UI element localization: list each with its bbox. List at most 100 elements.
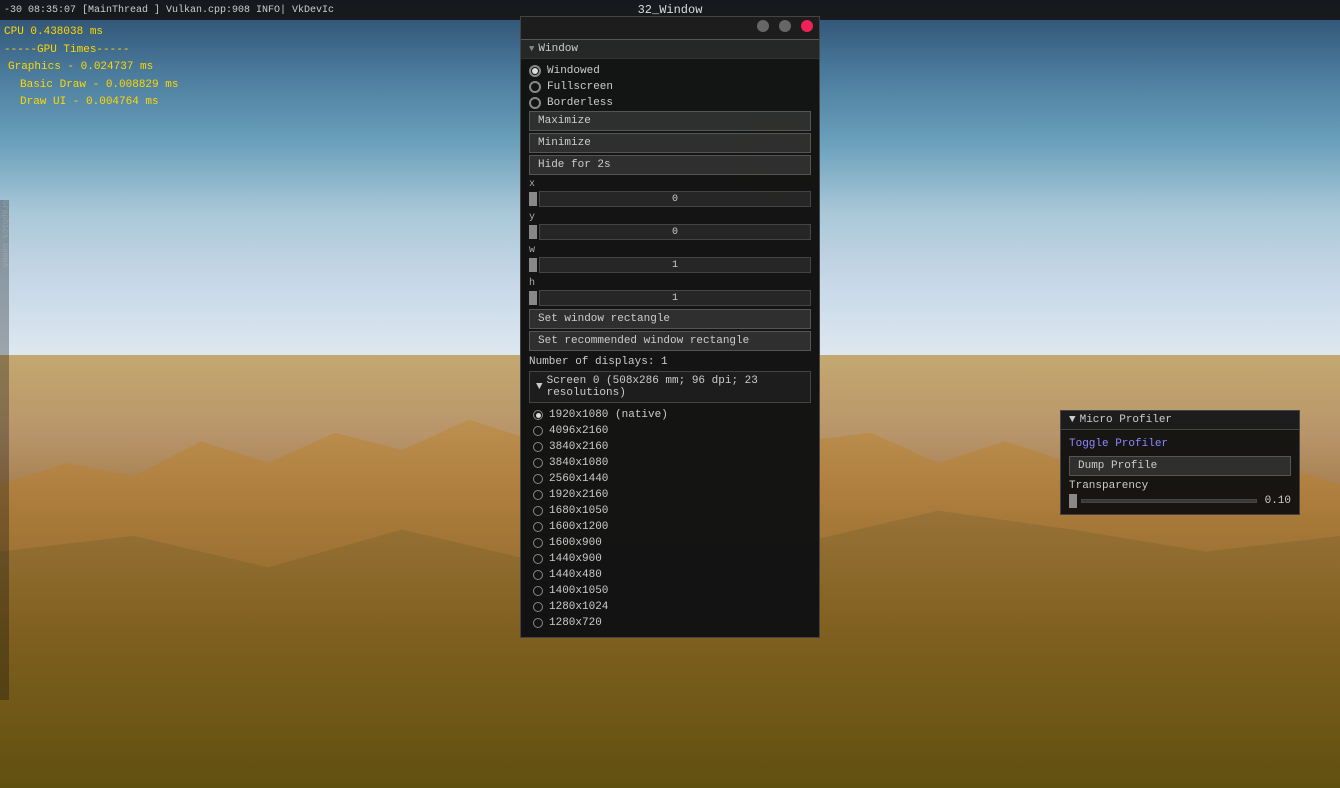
res-label-5: 1920x2160	[549, 489, 608, 501]
h-control: 1	[529, 290, 811, 306]
res-item-9[interactable]: 1440x900	[529, 551, 811, 567]
maximize-button[interactable]: Maximize	[529, 111, 811, 131]
set-recommended-rect-button[interactable]: Set recommended window rectangle	[529, 331, 811, 351]
res-radio-7[interactable]	[533, 522, 543, 532]
res-radio-10[interactable]	[533, 570, 543, 580]
res-item-12[interactable]: 1280x1024	[529, 599, 811, 615]
screen-dropdown-arrow: ▼	[536, 381, 543, 393]
res-item-1[interactable]: 4096x2160	[529, 423, 811, 439]
fullscreen-radio-row[interactable]: Fullscreen	[529, 79, 811, 95]
res-radio-6[interactable]	[533, 506, 543, 516]
minimize-button[interactable]: Minimize	[529, 133, 811, 153]
res-radio-12[interactable]	[533, 602, 543, 612]
y-value[interactable]: 0	[539, 224, 811, 240]
res-item-6[interactable]: 1680x1050	[529, 503, 811, 519]
window-section-header[interactable]: ▼ Window	[521, 40, 819, 59]
micro-profiler-panel: ▼ Micro Profiler Toggle Profiler Dump Pr…	[1060, 410, 1300, 515]
res-label-12: 1280x1024	[549, 601, 608, 613]
window-panel-content: Windowed Fullscreen Borderless Maximize …	[521, 59, 819, 637]
res-label-3: 3840x1080	[549, 457, 608, 469]
x-value[interactable]: 0	[539, 191, 811, 207]
main-window-body: ▼ Window Windowed Fullscreen Borderless …	[521, 40, 819, 637]
res-radio-13[interactable]	[533, 618, 543, 628]
w-label: w	[529, 243, 811, 257]
res-label-2: 3840x2160	[549, 441, 608, 453]
profiler-title: Micro Profiler	[1080, 414, 1172, 426]
debug-overlay: CPU 0.438038 ms -----GPU Times----- Grap…	[0, 20, 220, 116]
res-label-6: 1680x1050	[549, 505, 608, 517]
y-slider-handle[interactable]	[529, 225, 537, 239]
windowed-label: Windowed	[547, 65, 600, 77]
basic-draw-time: Basic Draw - 0.008829 ms	[4, 77, 216, 95]
close-btn[interactable]	[801, 20, 813, 32]
res-radio-9[interactable]	[533, 554, 543, 564]
toggle-profiler-link[interactable]: Toggle Profiler	[1069, 436, 1291, 452]
screen-dropdown[interactable]: ▼ Screen 0 (508x286 mm; 96 dpi; 23 resol…	[529, 371, 811, 403]
res-label-8: 1600x900	[549, 537, 602, 549]
res-item-0[interactable]: 1920x1080 (native)	[529, 407, 811, 423]
res-radio-5[interactable]	[533, 490, 543, 500]
w-value[interactable]: 1	[539, 257, 811, 273]
y-control: 0	[529, 224, 811, 240]
res-radio-1[interactable]	[533, 426, 543, 436]
window-title: 32_Window	[638, 3, 703, 17]
res-item-4[interactable]: 2560x1440	[529, 471, 811, 487]
resolution-list: 1920x1080 (native) 4096x2160 3840x2160 3…	[529, 405, 811, 633]
x-label: x	[529, 177, 811, 191]
window-arrow: ▼	[529, 44, 534, 54]
windowed-radio-row[interactable]: Windowed	[529, 63, 811, 79]
graphics-time: Graphics - 0.024737 ms	[4, 59, 216, 77]
gpu-header: -----GPU Times-----	[4, 42, 216, 60]
h-label: h	[529, 276, 811, 290]
sidebar-text: Graphics GammA	[0, 200, 9, 700]
screen-dropdown-label: Screen 0 (508x286 mm; 96 dpi; 23 resolut…	[547, 375, 804, 399]
x-slider-handle[interactable]	[529, 192, 537, 206]
hide-button[interactable]: Hide for 2s	[529, 155, 811, 175]
res-item-3[interactable]: 3840x1080	[529, 455, 811, 471]
transparency-handle[interactable]	[1069, 494, 1077, 508]
fullscreen-radio[interactable]	[529, 81, 541, 93]
res-label-0: 1920x1080 (native)	[549, 409, 668, 421]
window-controls	[754, 20, 813, 36]
top-bar-text: -30 08:35:07 [MainThread ] Vulkan.cpp:90…	[4, 5, 334, 16]
profiler-body: Toggle Profiler Dump Profile Transparenc…	[1061, 430, 1299, 514]
res-radio-3[interactable]	[533, 458, 543, 468]
maximize-btn[interactable]	[779, 20, 791, 32]
x-control: 0	[529, 191, 811, 207]
res-item-8[interactable]: 1600x900	[529, 535, 811, 551]
res-label-9: 1440x900	[549, 553, 602, 565]
windowed-radio[interactable]	[529, 65, 541, 77]
res-radio-11[interactable]	[533, 586, 543, 596]
res-radio-4[interactable]	[533, 474, 543, 484]
minimize-btn[interactable]	[757, 20, 769, 32]
cpu-text: CPU 0.438038 ms	[4, 24, 216, 42]
resolution-scroll-area[interactable]: 1920x1080 (native) 4096x2160 3840x2160 3…	[529, 405, 811, 633]
profiler-header[interactable]: ▼ Micro Profiler	[1061, 411, 1299, 430]
displays-info: Number of displays: 1	[529, 353, 811, 371]
borderless-label: Borderless	[547, 97, 613, 109]
res-label-11: 1400x1050	[549, 585, 608, 597]
res-item-13[interactable]: 1280x720	[529, 615, 811, 631]
fullscreen-label: Fullscreen	[547, 81, 613, 93]
profiler-arrow: ▼	[1069, 414, 1076, 426]
res-item-11[interactable]: 1400x1050	[529, 583, 811, 599]
set-window-rect-button[interactable]: Set window rectangle	[529, 309, 811, 329]
draw-ui-time: Draw UI - 0.004764 ms	[4, 94, 216, 112]
w-slider-handle[interactable]	[529, 258, 537, 272]
h-value[interactable]: 1	[539, 290, 811, 306]
res-item-10[interactable]: 1440x480	[529, 567, 811, 583]
res-radio-0[interactable]	[533, 410, 543, 420]
res-label-13: 1280x720	[549, 617, 602, 629]
res-label-7: 1600x1200	[549, 521, 608, 533]
res-radio-2[interactable]	[533, 442, 543, 452]
borderless-radio-row[interactable]: Borderless	[529, 95, 811, 111]
res-label-1: 4096x2160	[549, 425, 608, 437]
transparency-track[interactable]	[1081, 499, 1257, 503]
res-item-5[interactable]: 1920x2160	[529, 487, 811, 503]
dump-profile-button[interactable]: Dump Profile	[1069, 456, 1291, 476]
res-item-2[interactable]: 3840x2160	[529, 439, 811, 455]
h-slider-handle[interactable]	[529, 291, 537, 305]
res-item-7[interactable]: 1600x1200	[529, 519, 811, 535]
borderless-radio[interactable]	[529, 97, 541, 109]
res-radio-8[interactable]	[533, 538, 543, 548]
